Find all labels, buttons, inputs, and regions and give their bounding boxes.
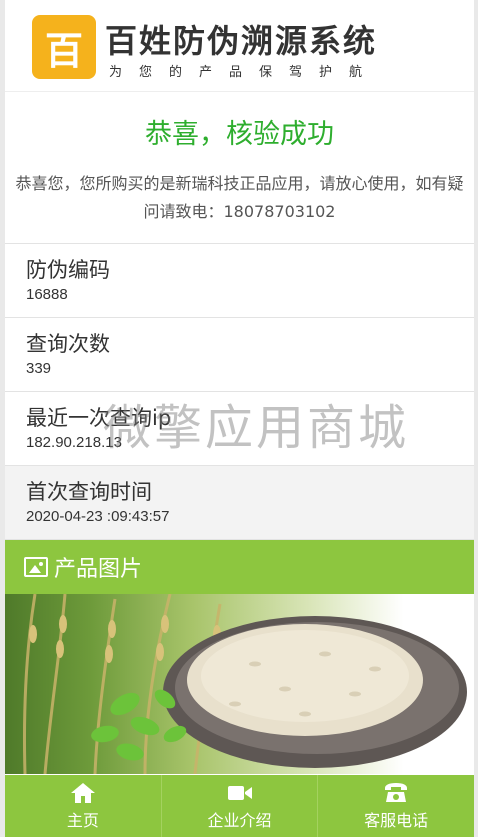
rice-illustration [23,594,467,774]
info-row-code: 防伪编码 16888 [5,244,474,318]
nav-label: 客服电话 [364,810,429,830]
nav-home[interactable]: 主页 [5,775,162,837]
logo-char: 百 [44,27,83,73]
success-message: 恭喜您，您所购买的是新瑞科技正品应用，请放心使用，如有疑问请致电：1807870… [15,174,464,221]
header: 百 百姓防伪溯源系统 为您的产品保驾护航 [5,0,474,92]
home-icon [70,782,96,804]
info-row-query-count: 查询次数 339 [5,318,474,392]
info-label: 最近一次查询ip [26,406,172,430]
verification-result: 恭喜，核验成功 恭喜您，您所购买的是新瑞科技正品应用，请放心使用，如有疑问请致电… [5,92,474,244]
info-label: 防伪编码 [26,258,110,282]
info-row-first-time: 首次查询时间 2020-04-23 :09:43:57 [5,466,474,540]
brand-title: 百姓防伪溯源系统 [105,22,378,60]
nav-customer-service[interactable]: 客服电话 [318,775,474,837]
brand-slogan: 为您的产品保驾护航 [109,65,380,80]
success-title: 恭喜，核验成功 [145,119,334,150]
nav-label: 主页 [66,810,99,830]
page: 百 百姓防伪溯源系统 为您的产品保驾护航 恭喜，核验成功 恭喜您，您所购买的是新… [5,0,474,837]
bottom-nav: 主页 企业介绍 客服电话 [5,775,474,837]
logo: 百 [32,15,96,79]
info-value: 16888 [26,286,68,303]
product-image [5,594,474,774]
info-value: 2020-04-23 :09:43:57 [26,508,170,525]
info-label: 首次查询时间 [26,480,152,504]
info-value: 182.90.218.13 [26,434,122,451]
info-row-last-ip: 最近一次查询ip 182.90.218.13 [5,392,474,466]
product-image-header: 产品图片 [5,540,474,594]
video-icon [227,782,253,804]
info-value: 339 [26,360,52,377]
phone-icon [383,782,409,804]
info-label: 查询次数 [26,332,110,356]
image-icon [24,557,48,577]
nav-company-intro[interactable]: 企业介绍 [162,775,319,837]
section-title: 产品图片 [54,557,143,582]
nav-label: 企业介绍 [207,810,272,830]
